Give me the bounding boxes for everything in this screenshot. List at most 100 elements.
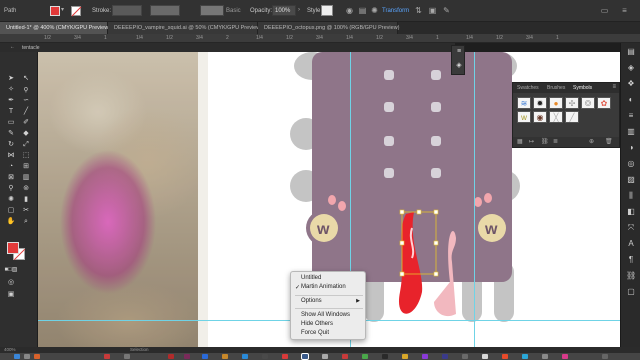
gradient-tool-icon[interactable]: ▥ — [19, 173, 33, 182]
app-icon[interactable] — [482, 354, 488, 359]
graphic-style-swatch[interactable] — [321, 5, 333, 16]
width-tool-icon[interactable]: ⋈ — [4, 151, 18, 160]
rectangle-tool-icon[interactable]: ▭ — [4, 118, 18, 127]
paragraph-icon[interactable]: ¶ — [626, 255, 636, 265]
menu-item-show-all-windows[interactable]: Show All Windows — [301, 312, 350, 318]
symbol-red-gear-icon[interactable]: ✿ — [597, 97, 611, 109]
vertical-guide[interactable] — [474, 52, 475, 347]
app-icon[interactable] — [542, 354, 548, 359]
transform-icon[interactable]: ⤧ — [626, 223, 636, 233]
opacity-field[interactable]: 100% — [272, 5, 296, 16]
zoom-level[interactable]: 400% — [4, 347, 16, 352]
app-icon[interactable] — [342, 354, 348, 359]
links-icon[interactable]: ⛓ — [626, 271, 636, 281]
app-icon[interactable] — [322, 354, 328, 359]
tab-brushes[interactable]: Brushes — [547, 85, 565, 91]
appearance-icon[interactable]: ◎ — [626, 159, 636, 169]
selection-tool-icon[interactable]: ➤ — [4, 74, 18, 83]
symbol-options-icon[interactable]: ≣ — [553, 138, 558, 145]
app-icon[interactable] — [282, 354, 288, 359]
menu-item-hide-others[interactable]: Hide Others — [301, 321, 333, 327]
delete-symbol-icon[interactable]: 🗑 — [605, 138, 613, 145]
back-arrow-icon[interactable]: ← — [10, 44, 15, 50]
app-icon[interactable] — [422, 354, 428, 359]
draw-mode-icon[interactable]: ◎ — [4, 278, 18, 287]
panel-menu-icon[interactable]: ≡ — [454, 48, 464, 55]
symbol-orange-ball-icon[interactable]: ● — [549, 97, 563, 109]
indesign-app-icon[interactable] — [184, 354, 190, 359]
scale-tool-icon[interactable]: ⤢ — [19, 140, 33, 149]
app-icon[interactable] — [402, 354, 408, 359]
stroke-color-swatch[interactable] — [71, 6, 81, 16]
layers-icon[interactable]: ◈ — [626, 63, 636, 73]
symbol-ring-icon[interactable]: ❂ — [581, 97, 595, 109]
fill-color-swatch[interactable] — [50, 6, 60, 16]
symbol-badge-icon[interactable]: ◉ — [533, 111, 547, 123]
pathfinder-icon[interactable]: ◧ — [626, 207, 636, 217]
eyedropper-tool-icon[interactable]: ⚲ — [4, 184, 18, 193]
screen-recorder-app-icon[interactable] — [301, 353, 309, 360]
artboards-icon[interactable]: ▢ — [626, 287, 636, 297]
menu-item-force-quit[interactable]: Force Quit — [301, 330, 329, 336]
app-icon[interactable] — [502, 354, 508, 359]
line-tool-icon[interactable]: ╱ — [19, 107, 33, 116]
align-icon[interactable]: ▤ — [358, 6, 367, 15]
app-icon[interactable] — [202, 354, 208, 359]
symbol-lines-icon[interactable]: ╱ — [565, 111, 579, 123]
variable-width-profile[interactable] — [150, 5, 180, 16]
graphic-styles-icon[interactable]: ▨ — [626, 175, 636, 185]
hand-tool-icon[interactable]: ✋ — [4, 217, 18, 226]
brush-definition[interactable] — [200, 5, 224, 16]
layers-icon[interactable]: ◈ — [454, 61, 464, 69]
align-icon[interactable]: ⫼ — [626, 191, 636, 201]
menu-item-untitled[interactable]: Untitled — [301, 275, 321, 281]
symbol-swirl-icon[interactable]: ✣ — [565, 97, 579, 109]
illustrator-app-icon[interactable] — [222, 354, 228, 359]
character-icon[interactable]: A — [626, 239, 636, 249]
eraser-tool-icon[interactable]: ◆ — [19, 129, 33, 138]
flip-icon[interactable]: ⇅ — [414, 6, 423, 15]
app-icon[interactable] — [562, 354, 568, 359]
acrobat-app-icon[interactable] — [168, 354, 174, 359]
libraries-icon[interactable]: ❖ — [626, 79, 636, 89]
break-link-icon[interactable]: ⛓ — [541, 138, 549, 145]
globe-icon[interactable]: ✺ — [370, 6, 379, 15]
direct-selection-tool-icon[interactable]: ↖ — [19, 74, 33, 83]
transparency-icon[interactable]: ◑ — [626, 143, 636, 153]
isolate-icon[interactable]: ▣ — [428, 6, 437, 15]
color-mode-icon[interactable]: ■□▨ — [4, 266, 18, 275]
perspective-grid-tool-icon[interactable]: ⊞ — [19, 162, 33, 171]
recolor-artwork-icon[interactable]: ◉ — [345, 6, 354, 15]
gradient-icon[interactable]: ▥ — [626, 127, 636, 137]
pencil-tool-icon[interactable]: ✎ — [4, 129, 18, 138]
shape-builder-tool-icon[interactable]: ◔ — [4, 162, 18, 171]
app-icon[interactable] — [242, 354, 248, 359]
app-icon[interactable] — [522, 354, 528, 359]
tab-swatches[interactable]: Swatches — [517, 85, 539, 91]
blend-tool-icon[interactable]: ⊚ — [19, 184, 33, 193]
window-icon[interactable]: ▭ — [600, 6, 609, 15]
magic-wand-tool-icon[interactable]: ✧ — [4, 85, 18, 94]
horizontal-ruler[interactable]: 1/2 3/4 1 1/4 1/2 3/4 2 1/4 1/2 3/4 1/4 … — [0, 34, 640, 43]
free-transform-tool-icon[interactable]: ⬚ — [19, 151, 33, 160]
transform-link[interactable]: Transform — [382, 8, 409, 14]
mesh-tool-icon[interactable]: ⊠ — [4, 173, 18, 182]
app-icon[interactable] — [442, 354, 448, 359]
app-icon[interactable] — [262, 354, 268, 359]
layer-name[interactable]: tentacle — [22, 45, 40, 51]
symbol-hatch-icon[interactable]: ╳ — [549, 111, 563, 123]
screen-mode-icon[interactable]: ▣ — [4, 290, 18, 299]
artboard-tool-icon[interactable]: ▢ — [4, 206, 18, 215]
opacity-chevron-icon[interactable]: › — [298, 7, 305, 14]
lasso-tool-icon[interactable]: ϙ — [19, 85, 33, 94]
symbol-grass-icon[interactable]: ᴡ — [517, 111, 531, 123]
panel-menu-icon[interactable]: ≡ — [612, 84, 616, 90]
place-symbol-icon[interactable]: ↦ — [529, 138, 534, 145]
finder-app-icon[interactable] — [14, 354, 20, 359]
slice-tool-icon[interactable]: ✂ — [19, 206, 33, 215]
tab-untitled[interactable]: Untitled-1* @ 400% (CMYK/GPU Preview) — [0, 22, 110, 34]
curvature-tool-icon[interactable]: ∽ — [19, 96, 33, 105]
app-icon[interactable] — [382, 354, 388, 359]
symbol-splat-icon[interactable]: ✹ — [533, 97, 547, 109]
stroke-icon[interactable]: ≡ — [626, 111, 636, 121]
